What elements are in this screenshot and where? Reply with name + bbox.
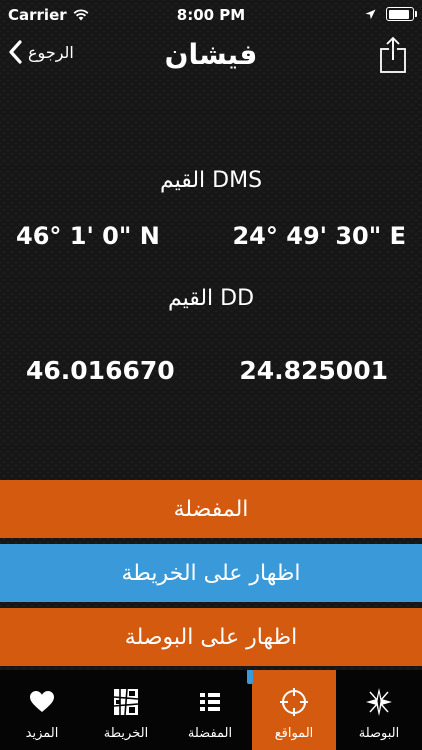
navigation-bar: الرجوع فيشان — [0, 30, 422, 82]
tab-map[interactable]: الخريطة — [84, 670, 168, 750]
list-icon — [200, 693, 220, 711]
show-on-map-button[interactable]: اظهار على الخريطة — [0, 544, 422, 602]
status-bar: Carrier 8:00 PM — [0, 0, 422, 30]
tab-favorites[interactable]: المفضلة — [168, 670, 252, 750]
status-time: 8:00 PM — [176, 6, 246, 24]
tab-label: البوصلة — [358, 726, 400, 741]
map-icon — [113, 688, 139, 716]
dms-heading: القيم DMS — [159, 168, 263, 193]
crosshair-icon — [280, 688, 308, 716]
tab-locations[interactable]: المواقع — [252, 670, 336, 750]
add-to-favorites-button[interactable]: المفضلة — [0, 480, 422, 538]
heart-icon — [30, 691, 54, 712]
share-icon — [380, 36, 406, 73]
show-on-compass-button[interactable]: اظهار على البوصلة — [0, 608, 422, 666]
compass-icon — [366, 688, 392, 716]
tab-label: المفضلة — [187, 726, 233, 741]
dd-heading: القيم DD — [167, 286, 255, 311]
dd-latitude: 46.016670 — [26, 356, 175, 385]
tab-label: المواقع — [274, 726, 314, 741]
tab-scroll-indicator — [247, 670, 253, 684]
battery-fill — [388, 9, 410, 19]
battery-icon — [386, 7, 417, 21]
tab-more[interactable]: المزيد — [0, 670, 84, 750]
tab-bar: المزيد الخريطة المفضلة المواقع البوصلة — [0, 670, 422, 750]
dms-latitude: 46° 1' 0" N — [16, 222, 160, 250]
dd-longitude: 24.825001 — [239, 356, 388, 385]
tab-label: الخريطة — [103, 726, 149, 741]
share-button[interactable] — [378, 36, 408, 74]
tab-compass[interactable]: البوصلة — [336, 670, 422, 750]
location-arrow-icon — [365, 9, 376, 19]
tab-label: المزيد — [25, 726, 59, 741]
page-title: فيشان — [164, 38, 258, 71]
dms-longitude: 24° 49' 30" E — [232, 222, 406, 250]
